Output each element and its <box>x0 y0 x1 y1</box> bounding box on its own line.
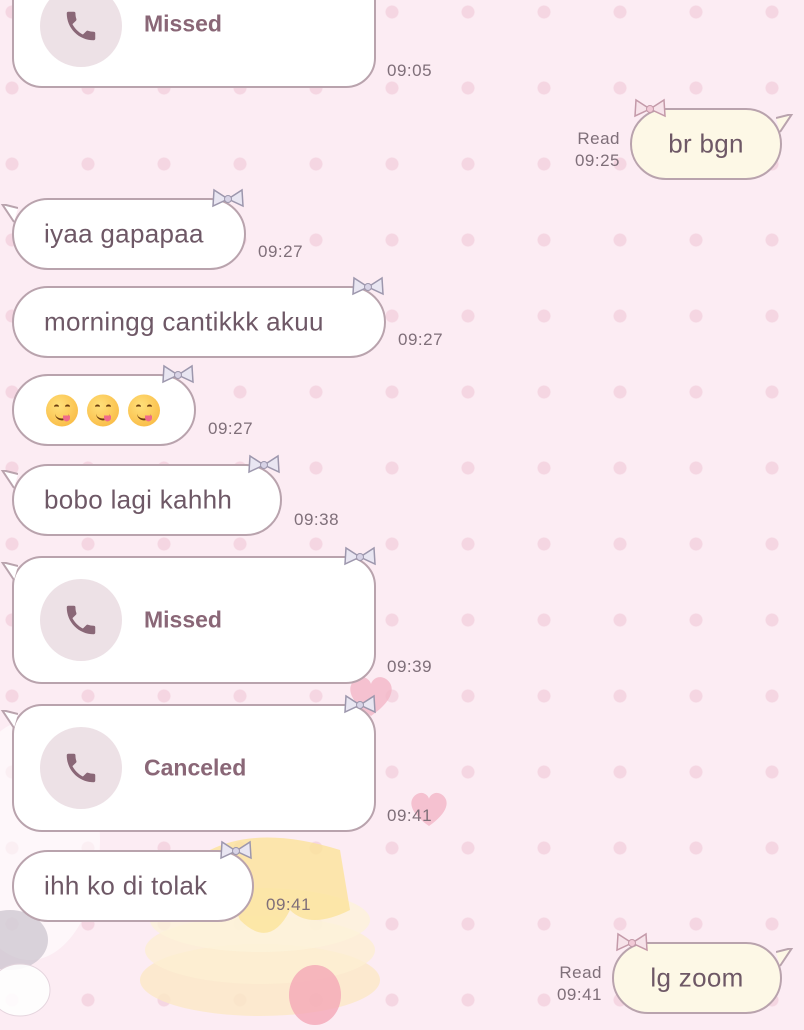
ribbon-bow-icon <box>616 932 648 952</box>
call-icon-circle <box>40 727 122 809</box>
read-status: Read <box>559 963 602 982</box>
call-status-label: Missed <box>144 10 222 37</box>
incoming-message-bubble[interactable]: ihh ko di tolak <box>12 840 254 922</box>
message-timestamp: 09:27 <box>208 419 254 438</box>
ribbon-bow-icon <box>344 546 376 566</box>
smiling-face-icon <box>128 394 160 427</box>
call-icon-circle <box>40 0 122 67</box>
message-timestamp: 09:25 <box>574 151 620 170</box>
ribbon-bow-icon <box>220 840 252 860</box>
call-message-bubble[interactable]: Canceled <box>0 694 376 832</box>
call-status-label: Missed <box>144 606 222 633</box>
read-receipt: Read 09:41 <box>548 962 602 1006</box>
ribbon-bow-icon <box>634 98 666 118</box>
phone-icon <box>66 605 96 635</box>
message-timestamp: 09:27 <box>258 242 304 261</box>
ribbon-bow-icon <box>248 454 280 474</box>
call-icon-circle <box>40 579 122 661</box>
phone-icon <box>66 753 96 783</box>
bubble-tail <box>0 562 18 581</box>
read-status: Read <box>577 129 620 148</box>
message-timestamp: 09:27 <box>398 330 444 349</box>
bubble-tail <box>0 204 18 223</box>
ribbon-bow-icon <box>162 364 194 384</box>
read-receipt: Read 09:25 <box>560 128 620 172</box>
bubble-tail <box>0 710 18 729</box>
ribbon-bow-icon <box>212 188 244 208</box>
incoming-message-bubble[interactable]: bobo lagi kahhh <box>0 454 282 536</box>
message-timestamp: 09:05 <box>387 61 433 80</box>
incoming-message-bubble[interactable]: morningg cantikkk akuu <box>12 276 386 358</box>
message-text: ihh ko di tolak <box>44 870 208 901</box>
ribbon-bow-icon <box>344 694 376 714</box>
outgoing-message-bubble[interactable]: br bgn <box>630 98 794 180</box>
outgoing-message-bubble[interactable]: lg zoom <box>612 932 794 1014</box>
message-text: iyaa gapapaa <box>44 218 204 249</box>
message-text: br bgn <box>668 128 744 159</box>
message-text: bobo lagi kahhh <box>44 484 233 515</box>
message-timestamp: 09:38 <box>294 510 340 529</box>
message-text: lg zoom <box>650 962 744 993</box>
call-message-bubble[interactable]: Missed <box>0 546 376 684</box>
phone-icon <box>66 11 96 41</box>
message-timestamp: 09:41 <box>266 895 312 914</box>
smiling-face-icon <box>46 394 78 427</box>
ribbon-bow-icon <box>352 276 384 296</box>
bubble-tail <box>0 470 18 489</box>
message-timestamp: 09:41 <box>556 985 602 1004</box>
incoming-message-bubble[interactable]: iyaa gapapaa <box>0 188 246 270</box>
message-timestamp: 09:39 <box>387 657 433 676</box>
incoming-message-bubble[interactable] <box>12 364 196 446</box>
smiling-face-icon <box>87 394 119 427</box>
message-text: morningg cantikkk akuu <box>44 306 324 337</box>
call-status-label: Canceled <box>144 754 247 781</box>
emoji-row <box>46 393 169 427</box>
call-message-bubble[interactable]: Missed <box>12 0 376 88</box>
message-timestamp: 09:41 <box>387 806 433 825</box>
